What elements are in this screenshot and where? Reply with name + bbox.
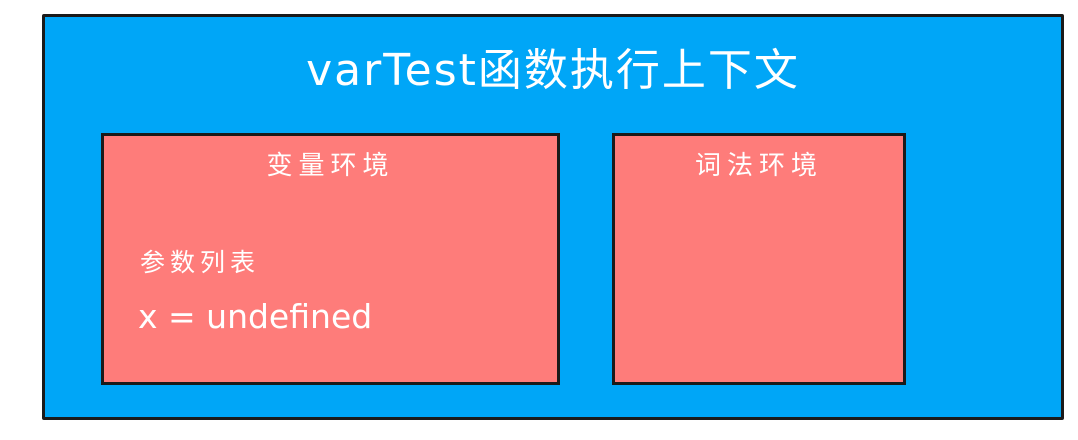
execution-context-title: varTest函数执行上下文 (306, 45, 800, 96)
parameter-list-label: 参数列表 (140, 248, 261, 277)
variable-environment-box: 变量环境 参数列表 x = undefined (101, 133, 560, 385)
variable-environment-title: 变量环境 (266, 151, 395, 181)
lexical-environment-box: 词法环境 (612, 133, 906, 385)
execution-context-box: varTest函数执行上下文 变量环境 参数列表 x = undefined 词… (42, 14, 1064, 420)
parameter-x-value: x = undefined (138, 297, 373, 336)
lexical-environment-title: 词法环境 (694, 151, 823, 181)
